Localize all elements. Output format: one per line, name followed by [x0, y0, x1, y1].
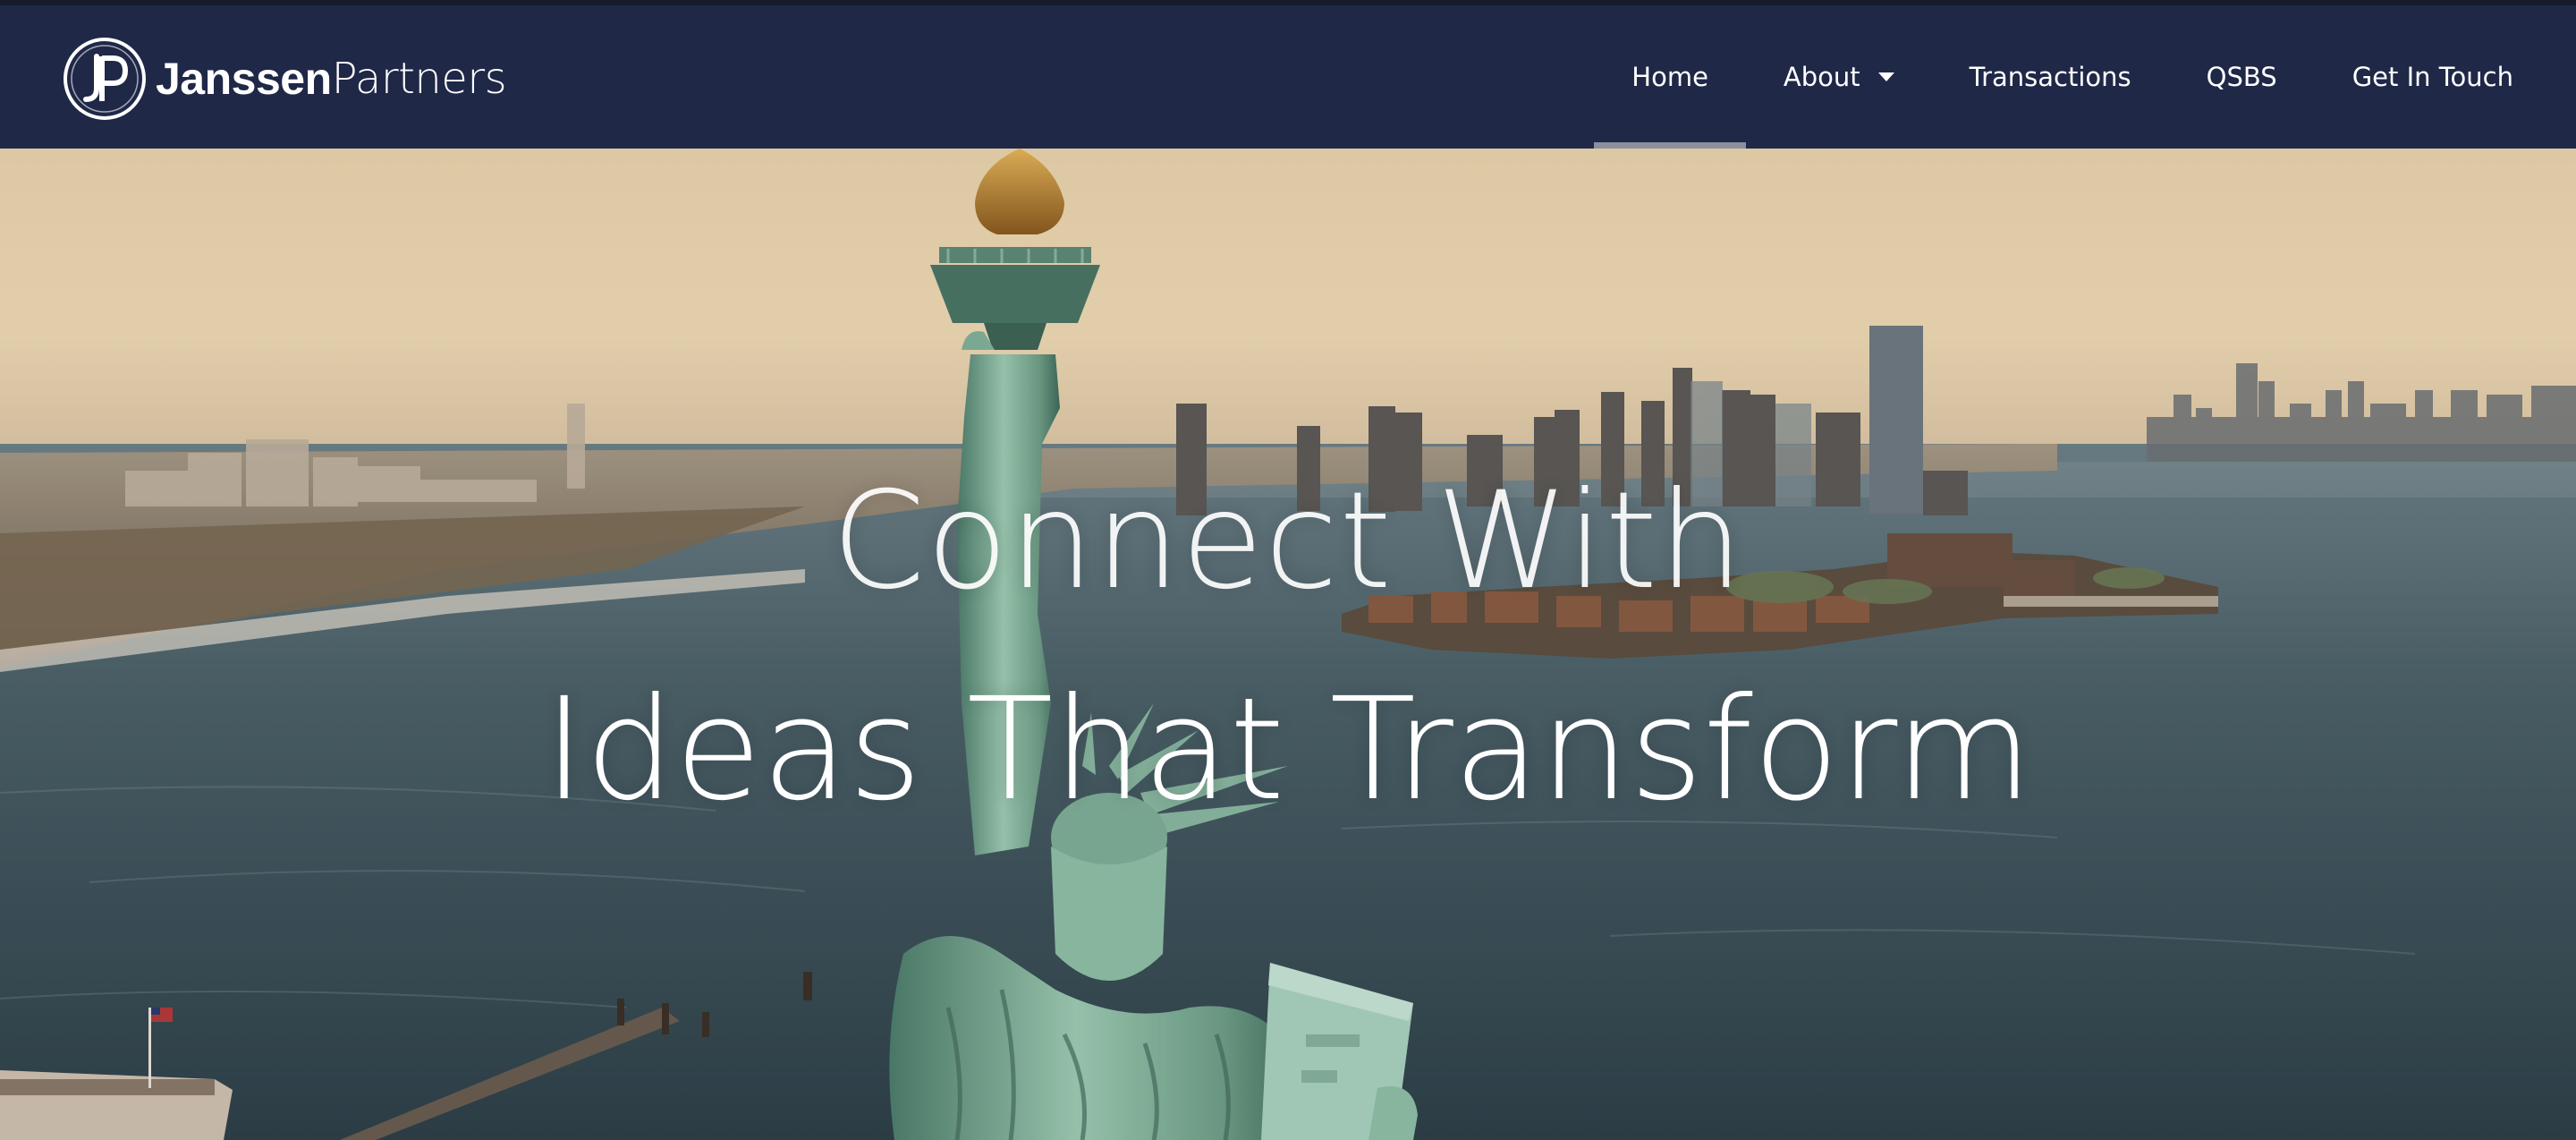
nav-label-get-in-touch: Get In Touch	[2351, 62, 2513, 92]
hero-section: Connect With Ideas That Transform	[0, 149, 2576, 1140]
nav-item-home[interactable]: Home	[1594, 5, 1746, 149]
nav-label-home: Home	[1631, 62, 1708, 92]
brand-name-light: Partners	[331, 54, 507, 104]
hero-headline-line1: Connect With	[831, 464, 1745, 619]
nav-label-transactions: Transactions	[1969, 62, 2131, 92]
nav-label-qsbs: QSBS	[2206, 62, 2277, 92]
logo-link[interactable]: Janssen Partners	[63, 36, 507, 122]
nav-list: Home About Transactions QSBS Get In Touc…	[1594, 5, 2513, 149]
hero-background-image	[0, 149, 2576, 1140]
nav-item-get-in-touch[interactable]: Get In Touch	[2315, 5, 2513, 149]
caret-down-icon[interactable]	[1877, 72, 1894, 81]
brand-name-bold: Janssen	[156, 54, 332, 104]
nav-item-transactions[interactable]: Transactions	[1932, 5, 2169, 149]
nav-item-about[interactable]: About	[1746, 5, 1932, 149]
hero-headline-line2: Ideas That Transform	[543, 668, 2033, 832]
page: Janssen Partners Home About Transactions …	[0, 0, 2576, 1140]
site-header: Janssen Partners Home About Transactions …	[0, 5, 2576, 149]
nav-label-about: About	[1783, 62, 1860, 92]
nav-item-qsbs[interactable]: QSBS	[2169, 5, 2315, 149]
jp-monogram-icon	[64, 38, 146, 120]
